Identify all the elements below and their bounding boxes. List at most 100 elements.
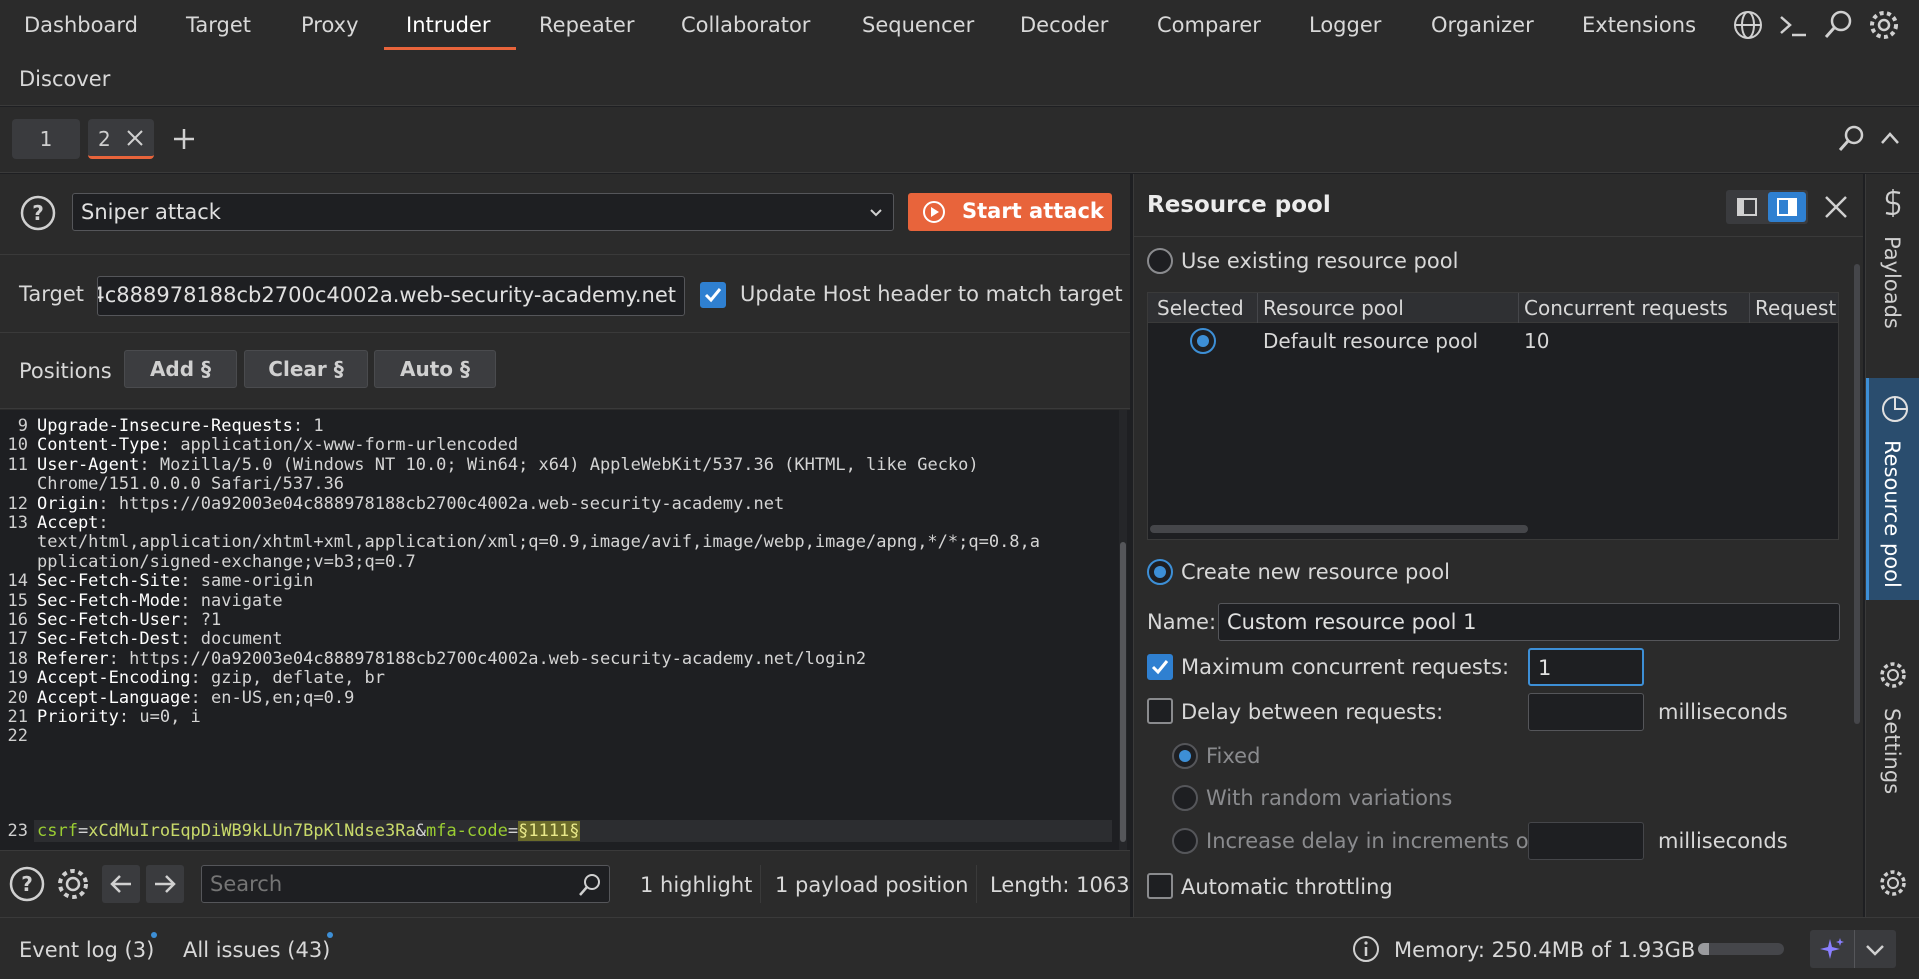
fixed-delay-label: Fixed	[1206, 744, 1261, 768]
search-input[interactable]	[201, 865, 610, 903]
header-name: Sec-Fetch-Mode	[37, 590, 181, 611]
layout-right-icon[interactable]	[1768, 192, 1806, 222]
random-delay-radio[interactable]	[1172, 785, 1198, 811]
update-host-checkbox[interactable]	[700, 282, 726, 308]
row-selected-radio[interactable]	[1190, 328, 1216, 354]
use-existing-pool-radio[interactable]	[1147, 248, 1173, 274]
pool-name-input[interactable]: Custom resource pool 1	[1218, 603, 1840, 641]
table-row[interactable]: Default resource pool 10	[1148, 324, 1838, 360]
fixed-delay-radio[interactable]	[1172, 743, 1198, 769]
sidebar-settings-gear-icon[interactable]	[1878, 868, 1908, 898]
header-value: document	[200, 629, 283, 650]
auto-markers-button[interactable]: Auto §	[374, 350, 496, 388]
sidebar-item-resource-pool[interactable]: Resource pool	[1866, 378, 1919, 600]
line-number: 17	[7, 629, 28, 650]
nav-comparer[interactable]: Comparer	[1157, 0, 1261, 50]
gear-icon[interactable]	[1867, 8, 1901, 42]
nav-discover[interactable]: Discover	[19, 54, 110, 104]
auto-throttle-checkbox[interactable]	[1147, 873, 1173, 899]
header-name: Sec-Fetch-Dest	[37, 629, 181, 650]
positions-label: Positions	[19, 359, 112, 383]
payload-position-marker[interactable]: §1111§	[518, 821, 580, 841]
random-delay-label: With random variations	[1206, 786, 1453, 810]
event-log-link[interactable]: Event log (3)	[19, 938, 154, 962]
assistant-button[interactable]	[1810, 930, 1896, 968]
memory-bar	[1698, 943, 1784, 955]
highlight-count: 1 highlight	[640, 873, 753, 897]
nav-extensions[interactable]: Extensions	[1582, 0, 1696, 50]
nav-organizer[interactable]: Organizer	[1431, 0, 1534, 50]
sidebar-item-payloads[interactable]: Payloads	[1866, 174, 1919, 354]
nav-active-underline	[384, 47, 516, 50]
request-header-line: User-Agent: Mozilla/5.0 (Windows NT 10.0…	[37, 454, 979, 475]
table-scrollbar[interactable]	[1150, 525, 1528, 533]
increase-delay-input[interactable]	[1528, 822, 1644, 860]
increase-delay-unit: milliseconds	[1658, 829, 1788, 853]
line-number: 19	[7, 668, 28, 689]
tab-1[interactable]: 1	[12, 119, 80, 159]
header-value: u=0, i	[139, 707, 201, 727]
back-button[interactable]	[102, 865, 140, 903]
arrow-left-icon	[109, 874, 133, 894]
search-field[interactable]	[210, 870, 560, 898]
layout-left-icon[interactable]	[1730, 194, 1764, 220]
nav-intruder[interactable]: Intruder	[406, 0, 491, 50]
start-attack-button[interactable]: Start attack	[908, 193, 1112, 231]
max-concurrent-checkbox[interactable]	[1147, 654, 1173, 680]
add-marker-button[interactable]: Add §	[124, 350, 237, 388]
layout-toggle[interactable]	[1726, 190, 1808, 224]
close-panel-icon[interactable]	[1823, 194, 1849, 220]
nav-repeater[interactable]: Repeater	[539, 0, 634, 50]
scrollbar-thumb[interactable]	[1120, 542, 1126, 842]
nav-decoder[interactable]: Decoder	[1020, 0, 1108, 50]
column-resource-pool[interactable]: Resource pool	[1263, 296, 1404, 320]
nav-proxy[interactable]: Proxy	[301, 0, 359, 50]
delay-input[interactable]	[1528, 693, 1644, 731]
close-icon[interactable]	[126, 129, 144, 147]
info-icon	[1352, 935, 1380, 963]
search-tabs-icon[interactable]	[1836, 124, 1866, 154]
request-editor[interactable]: 9 Upgrade-Insecure-Requests: 1 10 Content-T…	[0, 410, 1130, 850]
tab-label: 2	[98, 127, 111, 151]
line-number: 20	[7, 687, 28, 708]
nav-logger[interactable]: Logger	[1309, 0, 1381, 50]
globe-icon[interactable]	[1731, 8, 1765, 42]
increase-delay-radio[interactable]	[1172, 828, 1198, 854]
nav-dashboard[interactable]: Dashboard	[24, 0, 138, 50]
clear-markers-button[interactable]: Clear §	[244, 350, 368, 388]
help-icon[interactable]: ?	[8, 865, 46, 903]
search-icon[interactable]	[1822, 8, 1856, 42]
sidebar-item-settings[interactable]: Settings	[1866, 660, 1919, 810]
forward-button[interactable]	[146, 865, 184, 903]
max-concurrent-input[interactable]: 1	[1528, 648, 1644, 686]
nav-sequencer[interactable]: Sequencer	[862, 0, 974, 50]
intruder-tab-bar: 1 2	[0, 107, 1919, 173]
request-header-line: Sec-Fetch-Mode: navigate	[37, 590, 283, 611]
editor-scrollbar[interactable]	[1119, 410, 1127, 850]
attack-type-select[interactable]: Sniper attack	[72, 193, 894, 231]
nav-target[interactable]: Target	[186, 0, 251, 50]
all-issues-link[interactable]: All issues (43)	[183, 938, 330, 962]
column-request-delay[interactable]: Request d	[1755, 296, 1838, 320]
arrow-right-icon	[153, 874, 177, 894]
column-concurrent-requests[interactable]: Concurrent requests	[1524, 296, 1728, 320]
target-input[interactable]: e04c888978188cb2700c4002a.web-security-a…	[97, 276, 685, 316]
terminal-icon[interactable]	[1776, 8, 1810, 42]
line-number: 16	[7, 610, 28, 630]
panel-scrollbar[interactable]	[1854, 264, 1860, 724]
settings-icon[interactable]	[54, 865, 92, 903]
pie-chart-icon	[1880, 394, 1910, 424]
header-value: ?1	[200, 610, 222, 630]
line-number: 15	[7, 590, 28, 611]
line-number: 22	[7, 726, 28, 747]
delay-checkbox[interactable]	[1147, 698, 1173, 724]
resource-pool-panel: Resource pool Use existing resource pool…	[1133, 174, 1863, 917]
tab-2[interactable]: 2	[88, 119, 154, 159]
column-selected[interactable]: Selected	[1157, 296, 1244, 320]
add-tab-icon[interactable]	[172, 127, 196, 151]
event-log-badge	[151, 932, 157, 938]
create-new-pool-radio[interactable]	[1147, 559, 1173, 585]
help-icon[interactable]: ?	[19, 194, 57, 232]
chevron-up-icon[interactable]	[1879, 130, 1901, 146]
nav-collaborator[interactable]: Collaborator	[681, 0, 810, 50]
